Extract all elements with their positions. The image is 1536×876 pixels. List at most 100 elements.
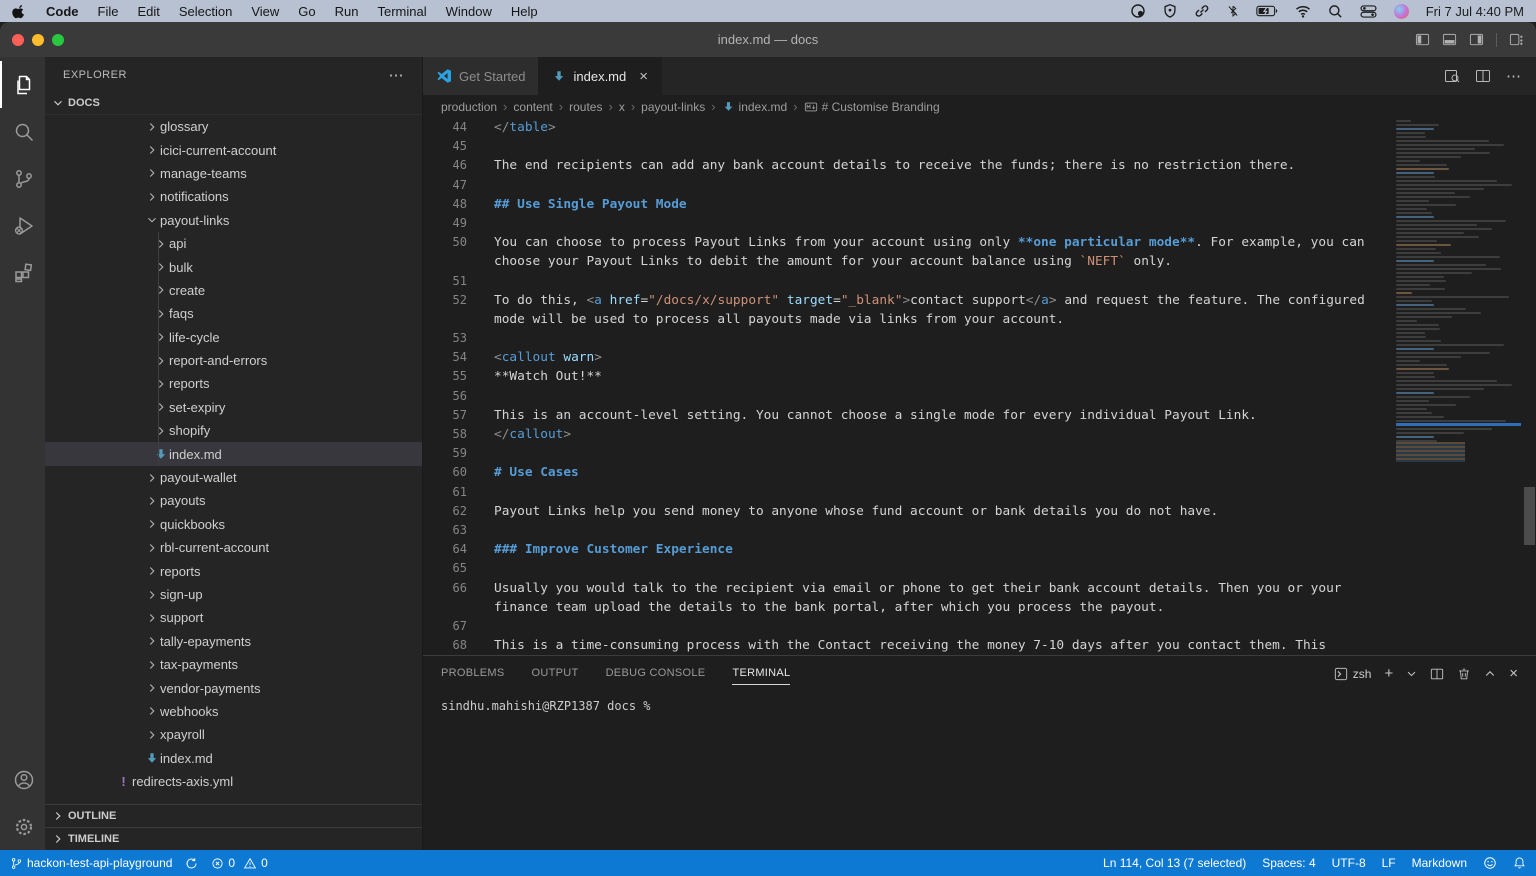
tree-item-rbl-current-account[interactable]: rbl-current-account	[45, 536, 422, 559]
maximize-panel-icon[interactable]	[1484, 668, 1496, 680]
breadcrumb-file[interactable]: index.md	[722, 100, 788, 114]
menu-item-file[interactable]: File	[98, 4, 119, 19]
tree-section-docs[interactable]: DOCS	[45, 92, 422, 115]
tab-get-started[interactable]: Get Started	[423, 57, 539, 95]
split-terminal-icon[interactable]	[1430, 667, 1444, 681]
close-tab-icon[interactable]: ×	[639, 68, 648, 85]
control-center-icon[interactable]	[1360, 5, 1377, 18]
indentation-button[interactable]: Spaces: 4	[1262, 856, 1315, 870]
terminal-output[interactable]: sindhu.mahishi@RZP1387 docs %	[423, 691, 1536, 713]
breadcrumb-item-payout-links[interactable]: payout-links	[641, 100, 705, 114]
breadcrumb-item-routes[interactable]: routes	[569, 100, 602, 114]
tree-item-redirects-axis-yml[interactable]: !redirects-axis.yml	[45, 770, 422, 793]
toggle-primary-sidebar-icon[interactable]	[1415, 32, 1430, 47]
menu-item-run[interactable]: Run	[335, 4, 359, 19]
menu-item-selection[interactable]: Selection	[179, 4, 232, 19]
open-preview-icon[interactable]	[1444, 68, 1460, 84]
menu-item-window[interactable]: Window	[446, 4, 492, 19]
tree-item-vendor-payments[interactable]: vendor-payments	[45, 676, 422, 699]
tree-section-timeline[interactable]: TIMELINE	[45, 827, 422, 850]
tree-item-faqs[interactable]: faqs	[45, 302, 422, 325]
tree-item-quickbooks[interactable]: quickbooks	[45, 513, 422, 536]
activity-bar-extensions-icon[interactable]	[0, 249, 45, 296]
problems-button[interactable]: 0 0	[211, 856, 267, 870]
terminal-shell-selector[interactable]: zsh	[1334, 667, 1372, 681]
toggle-secondary-sidebar-icon[interactable]	[1469, 32, 1484, 47]
minimap[interactable]	[1396, 120, 1521, 468]
tree-item-create[interactable]: create	[45, 279, 422, 302]
launch-profile-chevron-icon[interactable]	[1406, 668, 1417, 679]
menu-bar-clock[interactable]: Fri 7 Jul 4:40 PM	[1426, 4, 1524, 19]
feedback-icon[interactable]	[1483, 856, 1497, 870]
bluetooth-icon[interactable]	[1227, 3, 1239, 19]
close-window-button[interactable]	[12, 34, 24, 46]
tree-item-notifications[interactable]: notifications	[45, 185, 422, 208]
tree-item-index-md[interactable]: index.md	[45, 442, 422, 465]
menu-item-help[interactable]: Help	[511, 4, 538, 19]
activity-bar-explorer-icon[interactable]	[0, 61, 45, 108]
zoom-window-button[interactable]	[52, 34, 64, 46]
tree-item-bulk[interactable]: bulk	[45, 255, 422, 278]
breadcrumb-item-x[interactable]: x	[619, 100, 625, 114]
language-mode-button[interactable]: Markdown	[1412, 856, 1467, 870]
split-editor-icon[interactable]	[1475, 68, 1491, 84]
tree-item-manage-teams[interactable]: manage-teams	[45, 162, 422, 185]
encoding-button[interactable]: UTF-8	[1332, 856, 1366, 870]
code-editor[interactable]: 44</table>4546The end recipients can add…	[423, 118, 1536, 655]
tree-item-reports[interactable]: reports	[45, 559, 422, 582]
notifications-bell-icon[interactable]	[1513, 856, 1526, 870]
editor-scrollbar[interactable]	[1524, 487, 1535, 545]
activity-bar-run-debug-icon[interactable]	[0, 202, 45, 249]
customize-layout-icon[interactable]	[1509, 32, 1524, 47]
tree-item-tax-payments[interactable]: tax-payments	[45, 653, 422, 676]
breadcrumb-item-content[interactable]: content	[513, 100, 552, 114]
panel-tab-terminal[interactable]: TERMINAL	[732, 656, 790, 685]
tree-item-icici-current-account[interactable]: icici-current-account	[45, 138, 422, 161]
toggle-panel-icon[interactable]	[1442, 32, 1457, 47]
minimize-window-button[interactable]	[32, 34, 44, 46]
cursor-position-button[interactable]: Ln 114, Col 13 (7 selected)	[1103, 856, 1246, 870]
menu-item-go[interactable]: Go	[298, 4, 315, 19]
menu-app-name[interactable]: Code	[46, 4, 79, 19]
battery-icon[interactable]	[1256, 5, 1278, 17]
tree-section-outline[interactable]: OUTLINE	[45, 804, 422, 827]
panel-tab-debug-console[interactable]: DEBUG CONSOLE	[606, 656, 706, 685]
tree-item-reports[interactable]: reports	[45, 372, 422, 395]
spotlight-icon[interactable]	[1328, 4, 1343, 19]
menu-item-terminal[interactable]: Terminal	[378, 4, 427, 19]
menu-item-edit[interactable]: Edit	[137, 4, 159, 19]
menu-item-view[interactable]: View	[251, 4, 279, 19]
tree-item-tally-epayments[interactable]: tally-epayments	[45, 630, 422, 653]
wifi-icon[interactable]	[1295, 5, 1311, 18]
tree-item-index-md[interactable]: index.md	[45, 747, 422, 770]
panel-tab-output[interactable]: OUTPUT	[532, 656, 579, 685]
tree-item-shopify[interactable]: shopify	[45, 419, 422, 442]
explorer-actions-icon[interactable]: ⋯	[389, 66, 405, 84]
more-actions-icon[interactable]: ⋯	[1506, 67, 1522, 85]
close-panel-icon[interactable]: ×	[1509, 666, 1518, 681]
eol-button[interactable]: LF	[1382, 856, 1396, 870]
git-branch-button[interactable]: hackon-test-api-playground	[10, 856, 172, 870]
tree-item-webhooks[interactable]: webhooks	[45, 700, 422, 723]
link-icon[interactable]	[1194, 3, 1210, 19]
kill-terminal-icon[interactable]	[1457, 667, 1471, 681]
tree-item-payout-links[interactable]: payout-links	[45, 209, 422, 232]
new-terminal-icon[interactable]: +	[1384, 666, 1393, 681]
screen-record-icon[interactable]	[1130, 3, 1146, 19]
tree-item-set-expiry[interactable]: set-expiry	[45, 396, 422, 419]
tree-item-glossary[interactable]: glossary	[45, 115, 422, 138]
activity-bar-settings-icon[interactable]	[0, 803, 45, 850]
activity-bar-search-icon[interactable]	[0, 108, 45, 155]
tab-index-md[interactable]: index.md ×	[539, 57, 662, 95]
breadcrumb-item-production[interactable]: production	[441, 100, 497, 114]
tree-item-sign-up[interactable]: sign-up	[45, 583, 422, 606]
tree-item-report-and-errors[interactable]: report-and-errors	[45, 349, 422, 372]
tree-item-support[interactable]: support	[45, 606, 422, 629]
activity-bar-source-control-icon[interactable]	[0, 155, 45, 202]
activity-bar-accounts-icon[interactable]	[0, 756, 45, 803]
breadcrumb-symbol[interactable]: # Customise Branding	[804, 100, 940, 114]
tree-item-payout-wallet[interactable]: payout-wallet	[45, 466, 422, 489]
siri-icon[interactable]	[1394, 4, 1409, 19]
tree-item-life-cycle[interactable]: life-cycle	[45, 326, 422, 349]
tree-item-payouts[interactable]: payouts	[45, 489, 422, 512]
